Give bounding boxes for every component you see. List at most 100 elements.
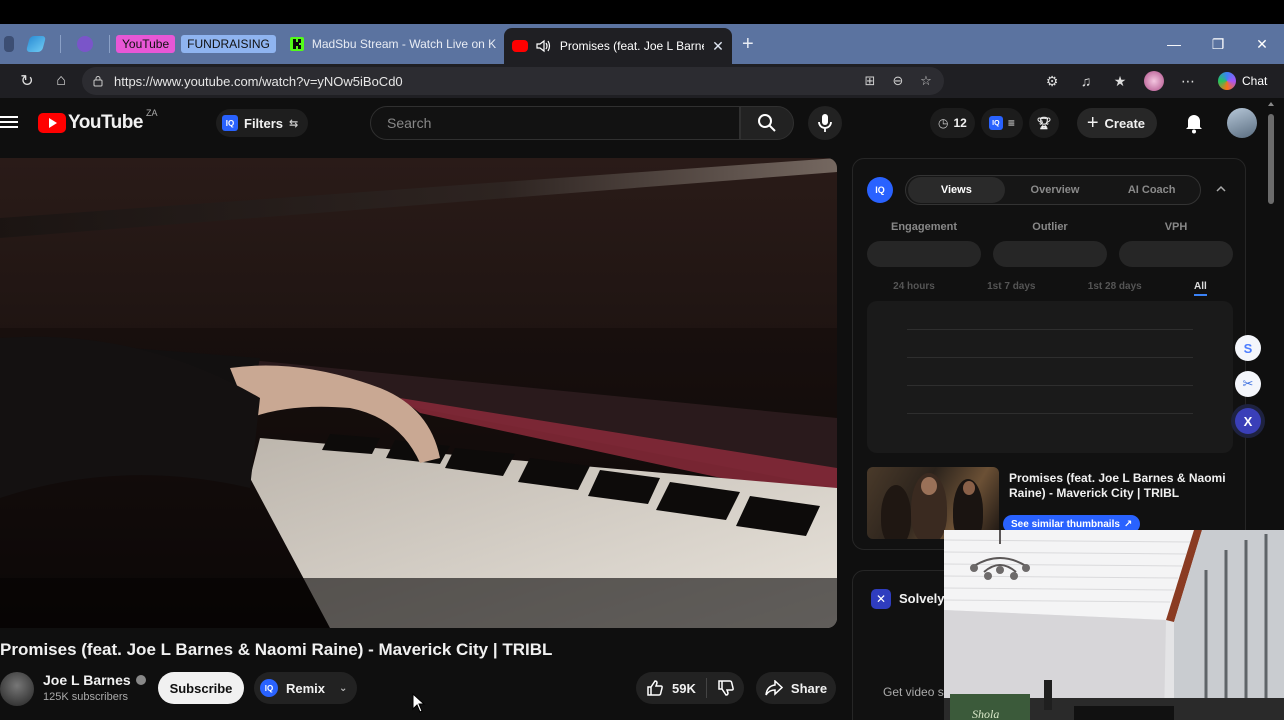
metric-outlier: Outlier	[993, 221, 1107, 267]
dislike-button[interactable]	[707, 679, 745, 697]
thumbnail-preview: Promises (feat. Joe L Barnes & Naomi Rai…	[867, 467, 1233, 539]
range-first-7-days[interactable]: 1st 7 days	[987, 281, 1035, 296]
pinned-tab-2[interactable]	[18, 28, 54, 60]
logo-text: YouTube	[68, 112, 143, 133]
iq-icon: IQ	[222, 115, 238, 131]
solvely-hint: Get video s	[883, 685, 944, 699]
clock-icon: ◷	[938, 116, 949, 130]
verified-icon	[135, 675, 146, 685]
zoom-icon[interactable]: ⊖	[888, 71, 908, 91]
tab-title: Promises (feat. Joe L Barnes &	[559, 39, 704, 53]
close-window-button[interactable]: ✕	[1240, 24, 1284, 64]
tab-overview[interactable]: Overview	[1007, 184, 1104, 196]
filters-label: Filters	[244, 115, 284, 131]
home-icon[interactable]: ⌂	[44, 64, 78, 98]
range-first-28-days[interactable]: 1st 28 days	[1088, 281, 1142, 296]
remix-button[interactable]: IQ Remix ⌄	[254, 672, 358, 704]
close-tab-icon[interactable]: ✕	[712, 38, 724, 55]
extensions-icon[interactable]: ⚙	[1038, 67, 1066, 95]
iq-icon: IQ	[988, 116, 1003, 130]
youtube-logo[interactable]: YouTube ZA	[38, 108, 157, 134]
media-control-icon[interactable]: ♫	[1072, 67, 1100, 95]
solvely-side-icon[interactable]: X	[1235, 408, 1261, 434]
new-tab-button[interactable]: +	[732, 28, 764, 60]
address-toolbar: ↻ ⌂ https://www.youtube.com/watch?v=yNOw…	[0, 64, 1284, 98]
video-thumbnail[interactable]	[867, 467, 999, 539]
scroll-up-icon[interactable]	[1268, 102, 1274, 106]
timer-count: 12	[953, 116, 967, 130]
search-button[interactable]	[740, 106, 794, 140]
account-avatar[interactable]	[1227, 108, 1258, 138]
timer-pill[interactable]: ◷ 12	[930, 108, 975, 138]
tab-madsbu-stream[interactable]: MadSbu Stream - Watch Live on K	[282, 28, 504, 60]
thumbs-up-icon	[647, 680, 663, 696]
sliders-icon: ⇆	[289, 117, 299, 130]
favorites-icon[interactable]: ★	[1106, 67, 1134, 95]
range-24-hours[interactable]: 24 hours	[893, 281, 935, 296]
channel-avatar[interactable]	[0, 672, 34, 706]
chevron-up-icon[interactable]	[1215, 183, 1227, 195]
iq-metrics: Engagement Outlier VPH	[867, 221, 1233, 267]
metric-label: Engagement	[890, 221, 957, 233]
profile-avatar-icon[interactable]	[1140, 67, 1168, 95]
scroll-thumb[interactable]	[1268, 114, 1274, 204]
tab-separator	[109, 35, 110, 53]
app-available-icon[interactable]: ⊞	[860, 71, 880, 91]
webcam-caption: Shola	[972, 707, 999, 720]
share-label: Share	[790, 680, 828, 696]
youtube-icon	[511, 40, 528, 52]
webcam-overlay: Shola	[944, 530, 1284, 720]
scissors-icon[interactable]: ✂	[1235, 371, 1261, 397]
trophy-icon: 🏆︎	[1036, 116, 1052, 130]
like-button[interactable]: 59K	[636, 678, 707, 698]
browser-tools: ⚙ ♫ ★ ⋯	[1038, 67, 1202, 95]
search-input[interactable]	[387, 115, 739, 131]
mouse-cursor-icon	[412, 693, 426, 713]
chat-label: Chat	[1242, 74, 1268, 88]
iq-analytics-panel: IQ Views Overview AI Coach Engagement Ou…	[852, 158, 1246, 550]
trophy-button[interactable]: 🏆︎	[1028, 108, 1059, 138]
copilot-chat-button[interactable]: Chat	[1214, 69, 1275, 93]
speaker-icon[interactable]	[536, 39, 552, 53]
menu-icon[interactable]	[0, 113, 18, 131]
tab-promises-video[interactable]: Promises (feat. Joe L Barnes & ✕	[503, 28, 732, 64]
search-icon	[758, 114, 776, 132]
chevron-down-icon: ⌄	[339, 682, 348, 694]
restore-button[interactable]: ❐	[1196, 24, 1240, 64]
tab-views[interactable]: Views	[908, 177, 1005, 203]
voice-search-button[interactable]	[808, 106, 842, 140]
channel-name[interactable]: Joe L Barnes	[43, 672, 146, 688]
pinned-tab-1[interactable]	[0, 28, 18, 60]
video-frame-piano	[0, 158, 837, 628]
webcam-room-scene: Shola	[944, 530, 1284, 720]
browser-tab-bar: YouTube FUNDRAISING MadSbu Stream - Watc…	[0, 24, 1284, 64]
refresh-icon[interactable]: ↻	[10, 64, 44, 98]
time-range-tabs: 24 hours 1st 7 days 1st 28 days All	[867, 281, 1233, 296]
create-button[interactable]: + Create	[1076, 108, 1158, 138]
address-actions: ⊞ ⊖ ☆	[860, 71, 936, 91]
thumbs-down-icon	[718, 680, 734, 696]
share-button[interactable]: Share	[756, 672, 836, 704]
iq-icon: IQ	[260, 679, 278, 697]
pinned-tab-3[interactable]	[67, 28, 103, 60]
subscribe-button[interactable]: Subscribe	[158, 672, 244, 704]
tab-ai-coach[interactable]: AI Coach	[1103, 184, 1200, 196]
tab-group-youtube[interactable]: YouTube	[116, 35, 176, 53]
side-button-s[interactable]: S	[1235, 335, 1261, 361]
notifications-button[interactable]	[1179, 108, 1209, 138]
header-actions: ◷ 12 IQ ≡ 🏆︎ + Create	[930, 108, 1258, 138]
address-field[interactable]: https://www.youtube.com/watch?v=yNOw5iBo…	[82, 67, 944, 95]
tab-group-fundraising[interactable]: FUNDRAISING	[181, 35, 276, 53]
video-player[interactable]	[0, 158, 837, 628]
microphone-icon	[818, 114, 832, 132]
minimize-button[interactable]: —	[1152, 24, 1196, 64]
pinned-tab-icon	[4, 36, 14, 52]
range-all[interactable]: All	[1194, 281, 1207, 296]
filters-button[interactable]: IQ Filters ⇆	[216, 109, 309, 137]
iq-menu-pill[interactable]: IQ ≡	[980, 108, 1023, 138]
metric-vph: VPH	[1119, 221, 1233, 267]
favorite-star-icon[interactable]: ☆	[916, 71, 936, 91]
more-menu-icon[interactable]: ⋯	[1174, 67, 1202, 95]
purple-app-icon	[77, 36, 93, 52]
metric-engagement: Engagement	[867, 221, 981, 267]
